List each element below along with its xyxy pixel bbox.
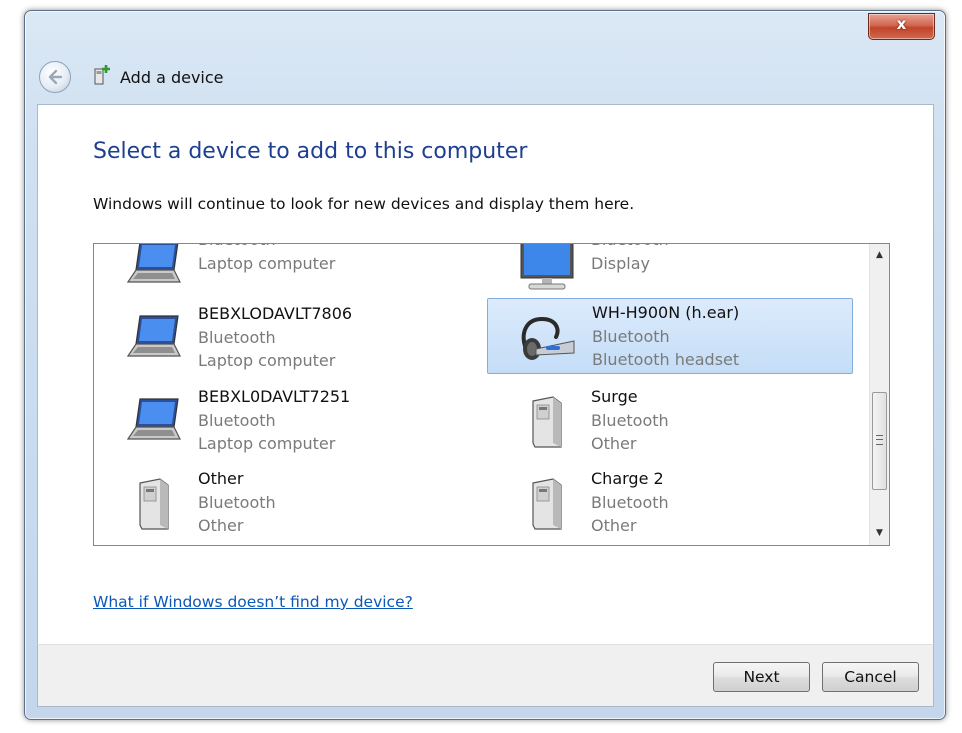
back-button[interactable] [39, 61, 71, 93]
device-text: Other Bluetooth Other [198, 467, 276, 538]
device-connection: Bluetooth [591, 410, 669, 430]
device-list[interactable]: Bluetooth Laptop computer Bluetooth Disp… [93, 243, 890, 546]
back-arrow-icon [48, 69, 63, 85]
device-name: BEBXL0DAVLT7251 [198, 387, 351, 406]
device-type: Display [591, 253, 650, 273]
button-bar: Next Cancel [37, 644, 934, 707]
device-item-selected[interactable]: WH-H900N (h.ear) Bluetooth Bluetooth hea… [487, 298, 853, 374]
close-button[interactable]: x [868, 13, 935, 40]
device-connection: Bluetooth [198, 410, 276, 430]
cancel-button[interactable]: Cancel [822, 662, 919, 692]
device-item[interactable]: Bluetooth Laptop computer [94, 244, 460, 302]
page-heading: Select a device to add to this computer [93, 139, 528, 164]
device-text: BEBXL0DAVLT7251 Bluetooth Laptop compute… [198, 385, 350, 456]
generic-device-icon [532, 478, 562, 530]
scroll-up-icon[interactable]: ▲ [870, 247, 889, 264]
device-name: WH-H900N (h.ear) [592, 303, 740, 322]
window-title: Add a device [120, 68, 224, 87]
device-text: Bluetooth Laptop computer [198, 244, 336, 275]
generic-device-icon [139, 478, 169, 530]
laptop-icon [126, 244, 181, 283]
device-connection: Bluetooth [591, 244, 669, 252]
device-text: BEBXLODAVLT7806 Bluetooth Laptop compute… [198, 302, 352, 373]
add-device-window: x Add a device Select a device to add to… [24, 10, 946, 720]
device-name: BEBXLODAVLT7806 [198, 304, 353, 323]
next-button[interactable]: Next [713, 662, 810, 692]
device-type: Other [198, 516, 244, 535]
device-name: Other [198, 469, 244, 488]
device-item[interactable]: Bluetooth Display [487, 244, 853, 302]
monitor-icon [520, 244, 574, 290]
device-name: Surge [591, 387, 638, 406]
laptop-icon [126, 315, 181, 357]
laptop-icon [126, 398, 181, 440]
vertical-scrollbar[interactable]: ▲ ▼ [869, 244, 889, 545]
device-type: Laptop computer [198, 253, 336, 273]
instruction-text: Windows will continue to look for new de… [93, 195, 635, 213]
device-type: Other [591, 434, 637, 453]
scroll-down-icon[interactable]: ▼ [870, 525, 889, 542]
device-text: Charge 2 Bluetooth Other [591, 467, 669, 538]
device-item[interactable]: Surge Bluetooth Other [487, 383, 853, 459]
device-type: Bluetooth headset [592, 350, 740, 369]
device-connection: Bluetooth [591, 492, 669, 512]
headset-icon [521, 316, 575, 360]
device-item[interactable]: Other Bluetooth Other [94, 465, 460, 541]
device-text: WH-H900N (h.ear) Bluetooth Bluetooth hea… [592, 301, 739, 372]
device-connection: Bluetooth [198, 327, 276, 347]
device-text: Bluetooth Display [591, 244, 669, 275]
device-text: Surge Bluetooth Other [591, 385, 669, 456]
device-name: Charge 2 [591, 469, 664, 488]
device-connection: Bluetooth [198, 492, 276, 512]
device-type: Laptop computer [198, 351, 336, 370]
device-connection: Bluetooth [592, 326, 670, 346]
content-area: Select a device to add to this computer … [37, 104, 934, 644]
generic-device-icon [532, 396, 562, 448]
add-device-icon [94, 65, 110, 85]
device-item[interactable]: BEBXL0DAVLT7251 Bluetooth Laptop compute… [94, 383, 460, 459]
device-item[interactable]: BEBXLODAVLT7806 Bluetooth Laptop compute… [94, 300, 460, 376]
device-item[interactable]: Charge 2 Bluetooth Other [487, 465, 853, 541]
device-connection: Bluetooth [198, 244, 335, 252]
help-link[interactable]: What if Windows doesn’t find my device? [93, 593, 413, 611]
device-type: Other [591, 516, 637, 535]
close-icon: x [896, 15, 907, 33]
scroll-thumb[interactable] [872, 392, 887, 490]
grip-icon [876, 435, 883, 445]
device-type: Laptop computer [198, 434, 336, 453]
